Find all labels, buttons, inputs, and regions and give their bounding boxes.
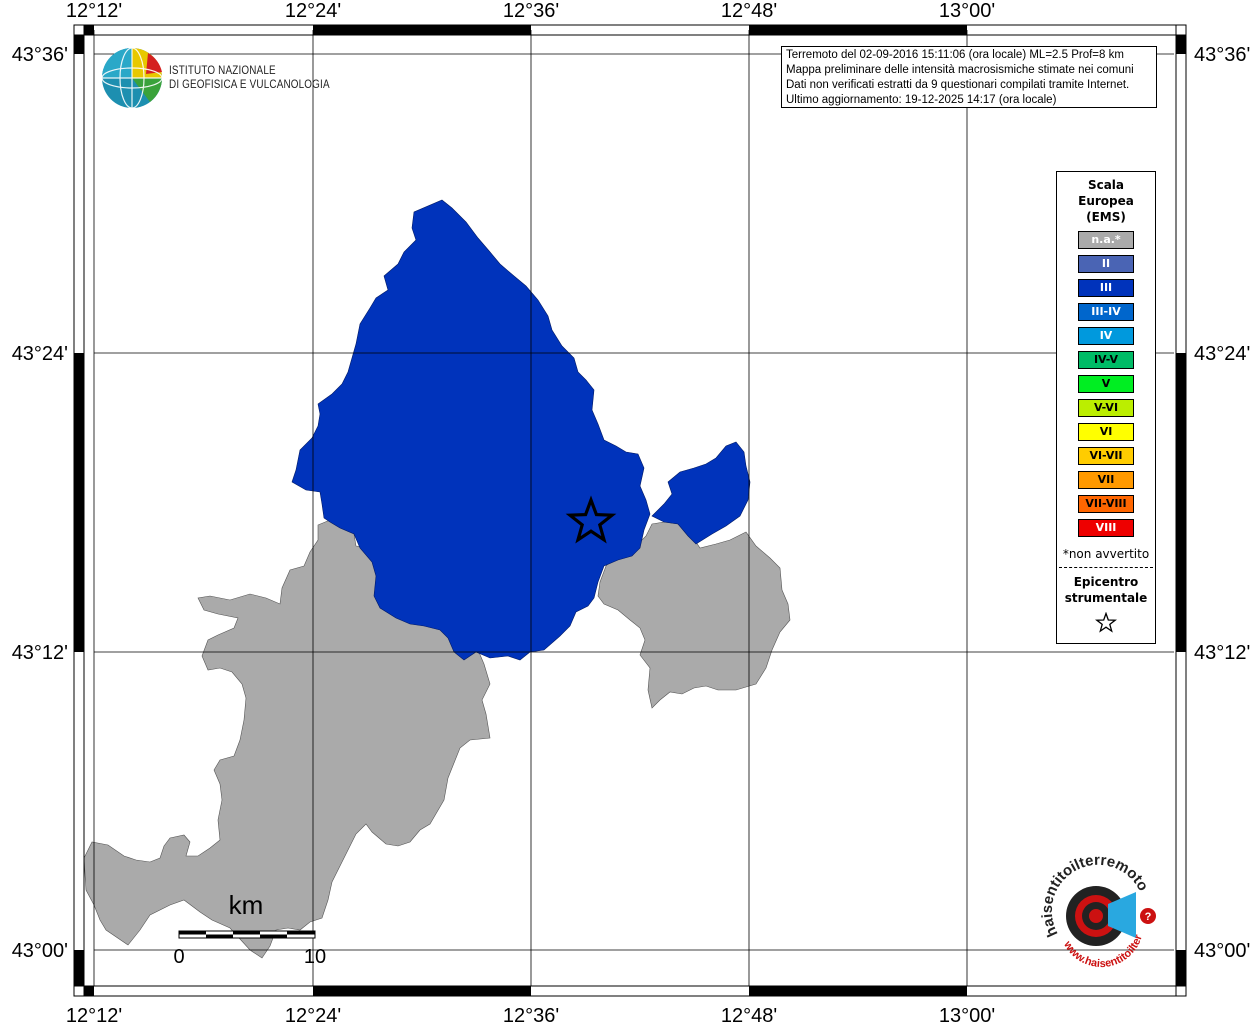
lon-label-bottom: 13°00' [939,1005,995,1024]
scale-start-label: 0 [173,946,184,968]
legend-swatch-vii: VII [1078,471,1134,489]
legend-epicenter-line: strumentale [1064,591,1148,605]
lat-label-left: 43°00' [12,940,68,962]
lon-label-bottom: 12°12' [66,1005,122,1024]
legend-swatch-viii: VIII [1078,519,1134,537]
event-info-box: Terremoto del 02-09-2016 15:11:06 (ora l… [781,46,1157,108]
lon-label-bottom: 12°36' [503,1005,559,1024]
lon-label-top: 12°12' [66,0,122,22]
ingv-logo-text: ISTITUTO NAZIONALE DI GEOFISICA E VULCAN… [169,64,330,92]
legend-swatch-iii: III [1078,279,1134,297]
legend-swatch-iv: IV [1078,327,1134,345]
event-info-line: Mappa preliminare delle intensità macros… [786,64,1134,76]
legend-divider [1059,567,1153,568]
legend-swatch-list: n.a.* II III III-IV IV IV-V V V-VI VI VI-VII VII VI… [1057,231,1155,537]
lat-label-left: 43°24' [12,343,68,365]
legend-swatch-v: V [1078,375,1134,393]
legend-title-line: (EMS) [1086,210,1126,224]
ems-legend: Scala Europea (EMS) n.a.* II III III-IV IV IV… [1056,171,1156,644]
legend-swatch-vi-vii: VI-VII [1078,447,1134,465]
lat-label-right: 43°36' [1194,44,1250,66]
lat-label-left: 43°12' [12,642,68,664]
event-info-line: Dati non verificati estratti da 9 questi… [786,79,1130,91]
ingv-name-line2: DI GEOFISICA E VULCANOLOGIA [169,79,330,91]
scale-unit-label: km [229,890,264,920]
legend-star-icon [1095,612,1117,633]
legend-swatch-v-vi: V-VI [1078,399,1134,417]
legend-swatch-vii-viii: VII-VIII [1078,495,1134,513]
legend-note: *non avvertito [1062,547,1150,561]
legend-swatch-iii-iv: III-IV [1078,303,1134,321]
lat-label-left: 43°36' [12,44,68,66]
lat-label-right: 43°24' [1194,343,1250,365]
ingv-logo-icon [101,47,163,109]
legend-swatch-n-a: n.a.* [1078,231,1134,249]
legend-title-line: Europea [1078,194,1134,208]
legend-title: Scala Europea (EMS) [1057,177,1155,225]
legend-swatch-ii: II [1078,255,1134,273]
lat-label-right: 43°12' [1194,642,1250,664]
legend-epicenter-label: Epicentro strumentale [1057,574,1155,606]
lon-label-top: 12°24' [285,0,341,22]
lon-label-top: 13°00' [939,0,995,22]
legend-title-line: Scala [1087,178,1125,192]
event-info-line: Terremoto del 02-09-2016 15:11:06 (ora l… [786,49,1124,61]
legend-swatch-iv-v: IV-V [1078,351,1134,369]
scale-end-label: 10 [304,946,326,968]
legend-swatch-vi: VI [1078,423,1134,441]
event-info-line: Ultimo aggiornamento: 19-12-2025 14:17 (… [786,94,1057,106]
lon-label-top: 12°36' [503,0,559,22]
legend-epicenter-line: Epicentro [1073,575,1139,589]
lon-label-bottom: 12°48' [721,1005,777,1024]
ingv-name-line1: ISTITUTO NAZIONALE [169,65,276,77]
lon-label-top: 12°48' [721,0,777,22]
lat-label-right: 43°00' [1194,940,1250,962]
lon-label-bottom: 12°24' [285,1005,341,1024]
svg-text:?: ? [1145,911,1152,923]
